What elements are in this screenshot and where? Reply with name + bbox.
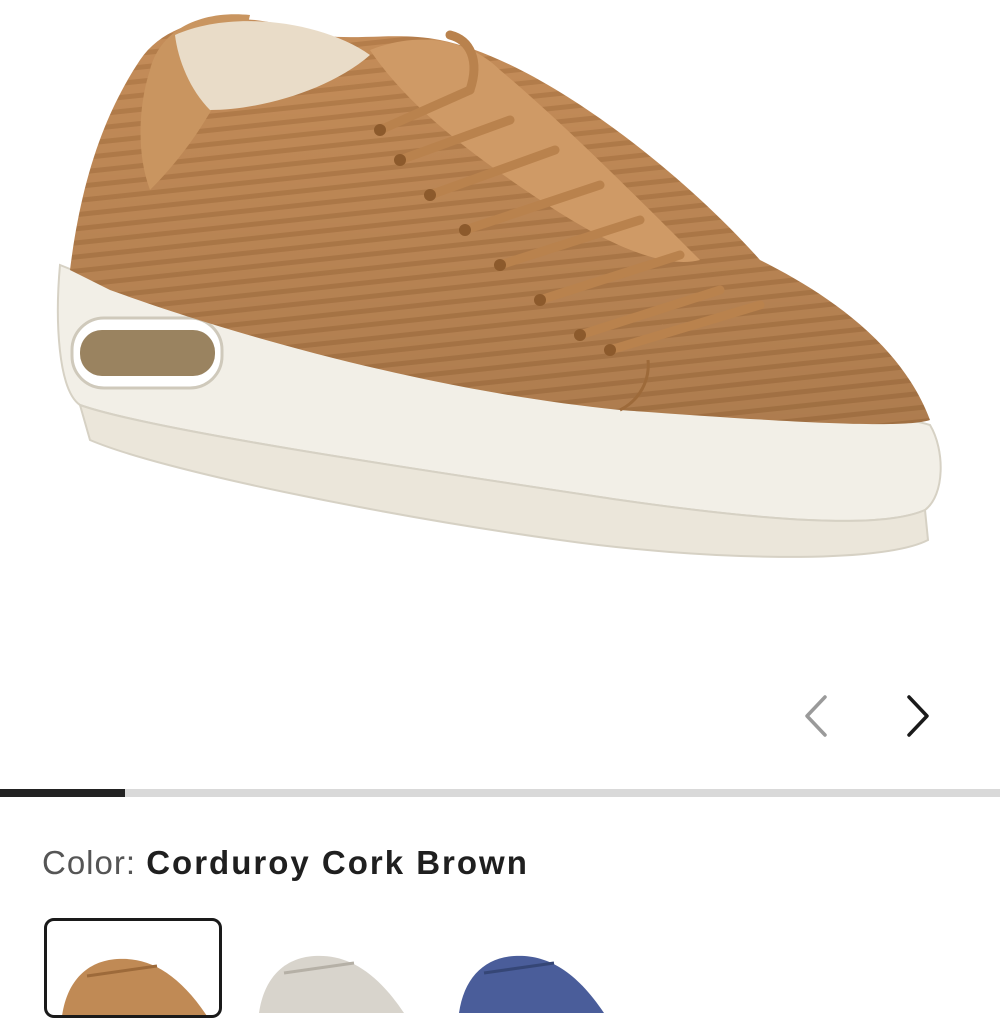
swatch-shoe-thumbnail	[259, 955, 404, 1013]
product-image-gallery[interactable]	[0, 0, 1000, 780]
color-swatch-light[interactable]	[244, 918, 422, 1018]
previous-image-button[interactable]	[790, 690, 842, 742]
next-image-button[interactable]	[892, 690, 944, 742]
selected-color: Color: Corduroy Cork Brown	[42, 843, 529, 883]
swatch-shoe-thumbnail	[459, 955, 604, 1013]
swatch-shoe-thumbnail	[62, 958, 207, 1015]
color-label: Color:	[42, 844, 137, 881]
product-image	[56, 14, 942, 558]
color-swatch-list	[0, 918, 1000, 1018]
color-swatch-blue[interactable]	[444, 918, 622, 1018]
color-swatch-selected[interactable]	[44, 918, 222, 1018]
chevron-left-icon	[805, 695, 827, 737]
chevron-right-icon	[907, 695, 929, 737]
gallery-progress-fill	[0, 789, 125, 797]
color-value: Corduroy Cork Brown	[146, 844, 529, 881]
gallery-progress-bar	[0, 789, 1000, 797]
